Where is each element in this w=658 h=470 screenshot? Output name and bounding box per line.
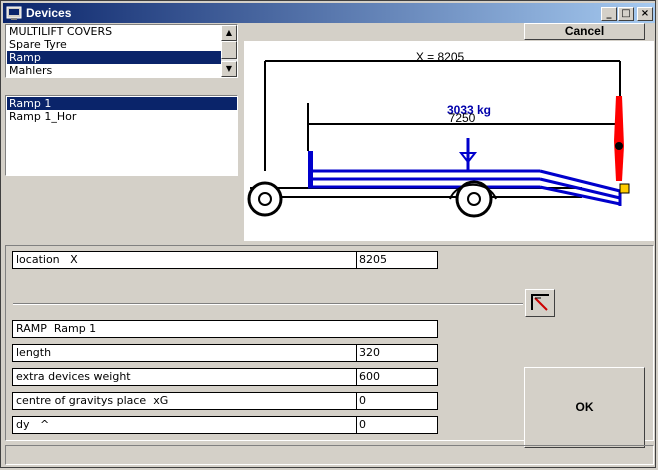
location-x-input[interactable]: 8205 xyxy=(356,251,438,269)
devices-window: Devices _ □ × MULTILIFT COVERS Spare Tyr… xyxy=(0,0,656,468)
list-item[interactable]: Spare Tyre xyxy=(7,38,221,51)
scroll-down-icon[interactable]: ▼ xyxy=(221,61,237,77)
device-name-label: RAMP Ramp 1 xyxy=(12,320,438,338)
scroll-up-icon[interactable]: ▲ xyxy=(221,25,237,41)
app-icon xyxy=(6,6,22,20)
list-item[interactable]: Ramp 1_Hor xyxy=(7,110,237,123)
device-item-list[interactable]: Ramp 1 Ramp 1_Hor xyxy=(5,95,238,176)
vehicle-drawing-svg: X = 8205 3033 kg 7250 xyxy=(247,50,630,218)
ramp-device-icon xyxy=(614,96,624,181)
status-bar xyxy=(5,445,654,465)
pick-tool-icon xyxy=(531,294,549,311)
ok-button[interactable]: OK xyxy=(524,367,645,448)
inner-dimension-label: 7250 xyxy=(449,111,476,125)
scroll-thumb[interactable] xyxy=(221,41,237,59)
dy-input[interactable]: 0 xyxy=(356,416,438,434)
list-item[interactable]: MULTILIFT COVERS xyxy=(7,25,221,38)
separator xyxy=(13,303,523,305)
pick-tool-button[interactable] xyxy=(525,289,555,317)
list-item-selected[interactable]: Ramp xyxy=(7,51,221,64)
vehicle-drawing: X = 8205 3033 kg 7250 xyxy=(244,41,654,241)
length-input[interactable]: 320 xyxy=(356,344,438,362)
title-bar: Devices _ □ × xyxy=(3,3,655,23)
headboard xyxy=(308,151,313,187)
device-type-scrollbar[interactable]: ▲ ▼ xyxy=(221,25,237,77)
maximize-button[interactable]: □ xyxy=(618,7,634,21)
cancel-button[interactable]: Cancel xyxy=(524,23,645,40)
length-label: length xyxy=(12,344,357,362)
list-item[interactable]: Mahlers xyxy=(7,64,221,77)
list-item-selected[interactable]: Ramp 1 xyxy=(7,97,237,110)
ramp-latch-icon xyxy=(619,183,630,194)
extra-weight-label: extra devices weight xyxy=(12,368,357,386)
close-button[interactable]: × xyxy=(637,7,653,21)
cog-place-input[interactable]: 0 xyxy=(356,392,438,410)
minimize-button[interactable]: _ xyxy=(601,7,617,21)
device-type-list[interactable]: MULTILIFT COVERS Spare Tyre Ramp Mahlers… xyxy=(5,24,238,78)
ramp-hinge-icon xyxy=(615,142,623,150)
dy-label: dy ^ xyxy=(12,416,357,434)
extra-weight-input[interactable]: 600 xyxy=(356,368,438,386)
window-title: Devices xyxy=(26,6,72,20)
front-wheel-icon xyxy=(247,181,283,217)
location-label: location X xyxy=(12,251,357,269)
cog-place-label: centre of gravitys place xG xyxy=(12,392,357,410)
